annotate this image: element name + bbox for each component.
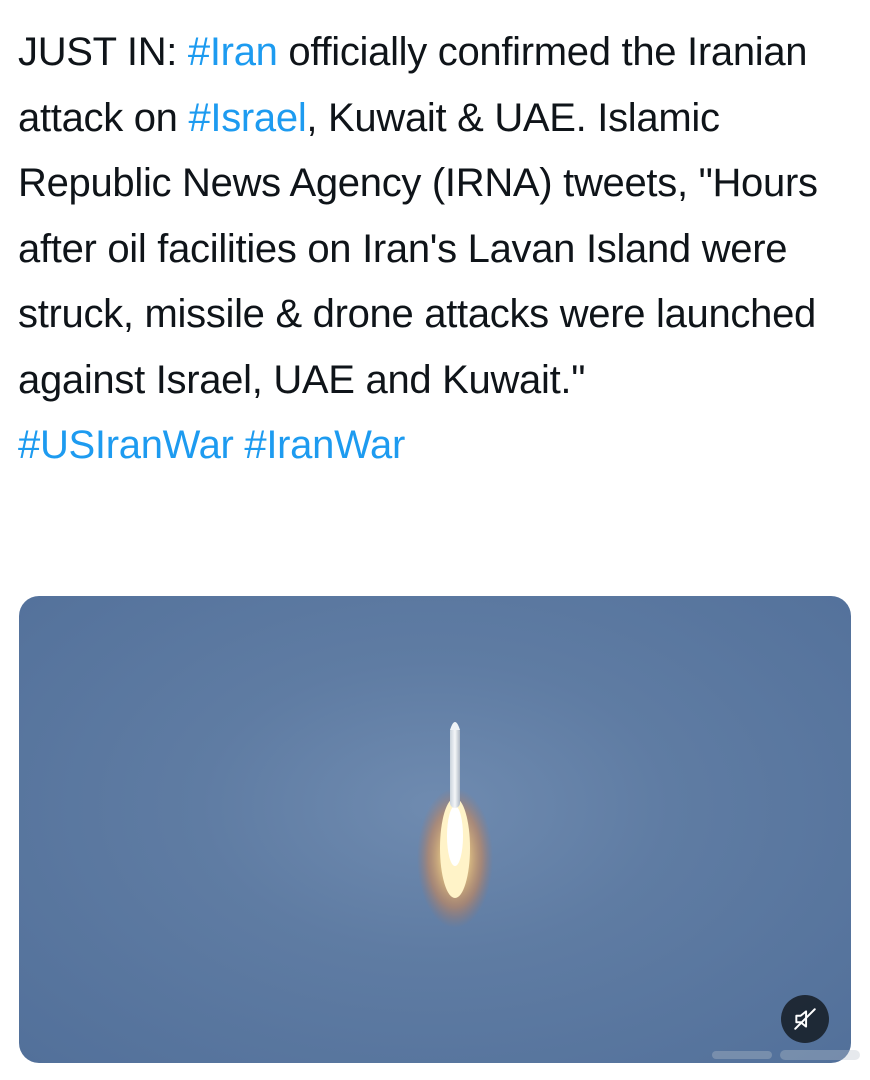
hashtag-link-iran[interactable]: #Iran [188, 30, 278, 74]
tweet-text-segment [234, 423, 245, 467]
missile-body [450, 726, 460, 808]
tweet-text-segment: , Kuwait & UAE. Islamic Republic News Ag… [18, 95, 818, 402]
speaker-muted-icon [794, 1008, 816, 1030]
hashtag-link-usiranwar[interactable]: #USIranWar [18, 423, 234, 467]
missile-nose [450, 722, 460, 730]
watermark-image [712, 1050, 860, 1060]
video-player[interactable] [19, 596, 851, 1063]
hashtag-link-iranwar[interactable]: #IranWar [244, 423, 405, 467]
mute-button[interactable] [781, 995, 829, 1043]
exhaust-core [447, 806, 463, 866]
tweet-text: JUST IN: #Iran officially confirmed the … [18, 20, 858, 479]
tweet-text-segment: JUST IN: [18, 30, 188, 74]
hashtag-link-israel[interactable]: #Israel [188, 96, 306, 140]
missile-launch-image [417, 722, 493, 928]
